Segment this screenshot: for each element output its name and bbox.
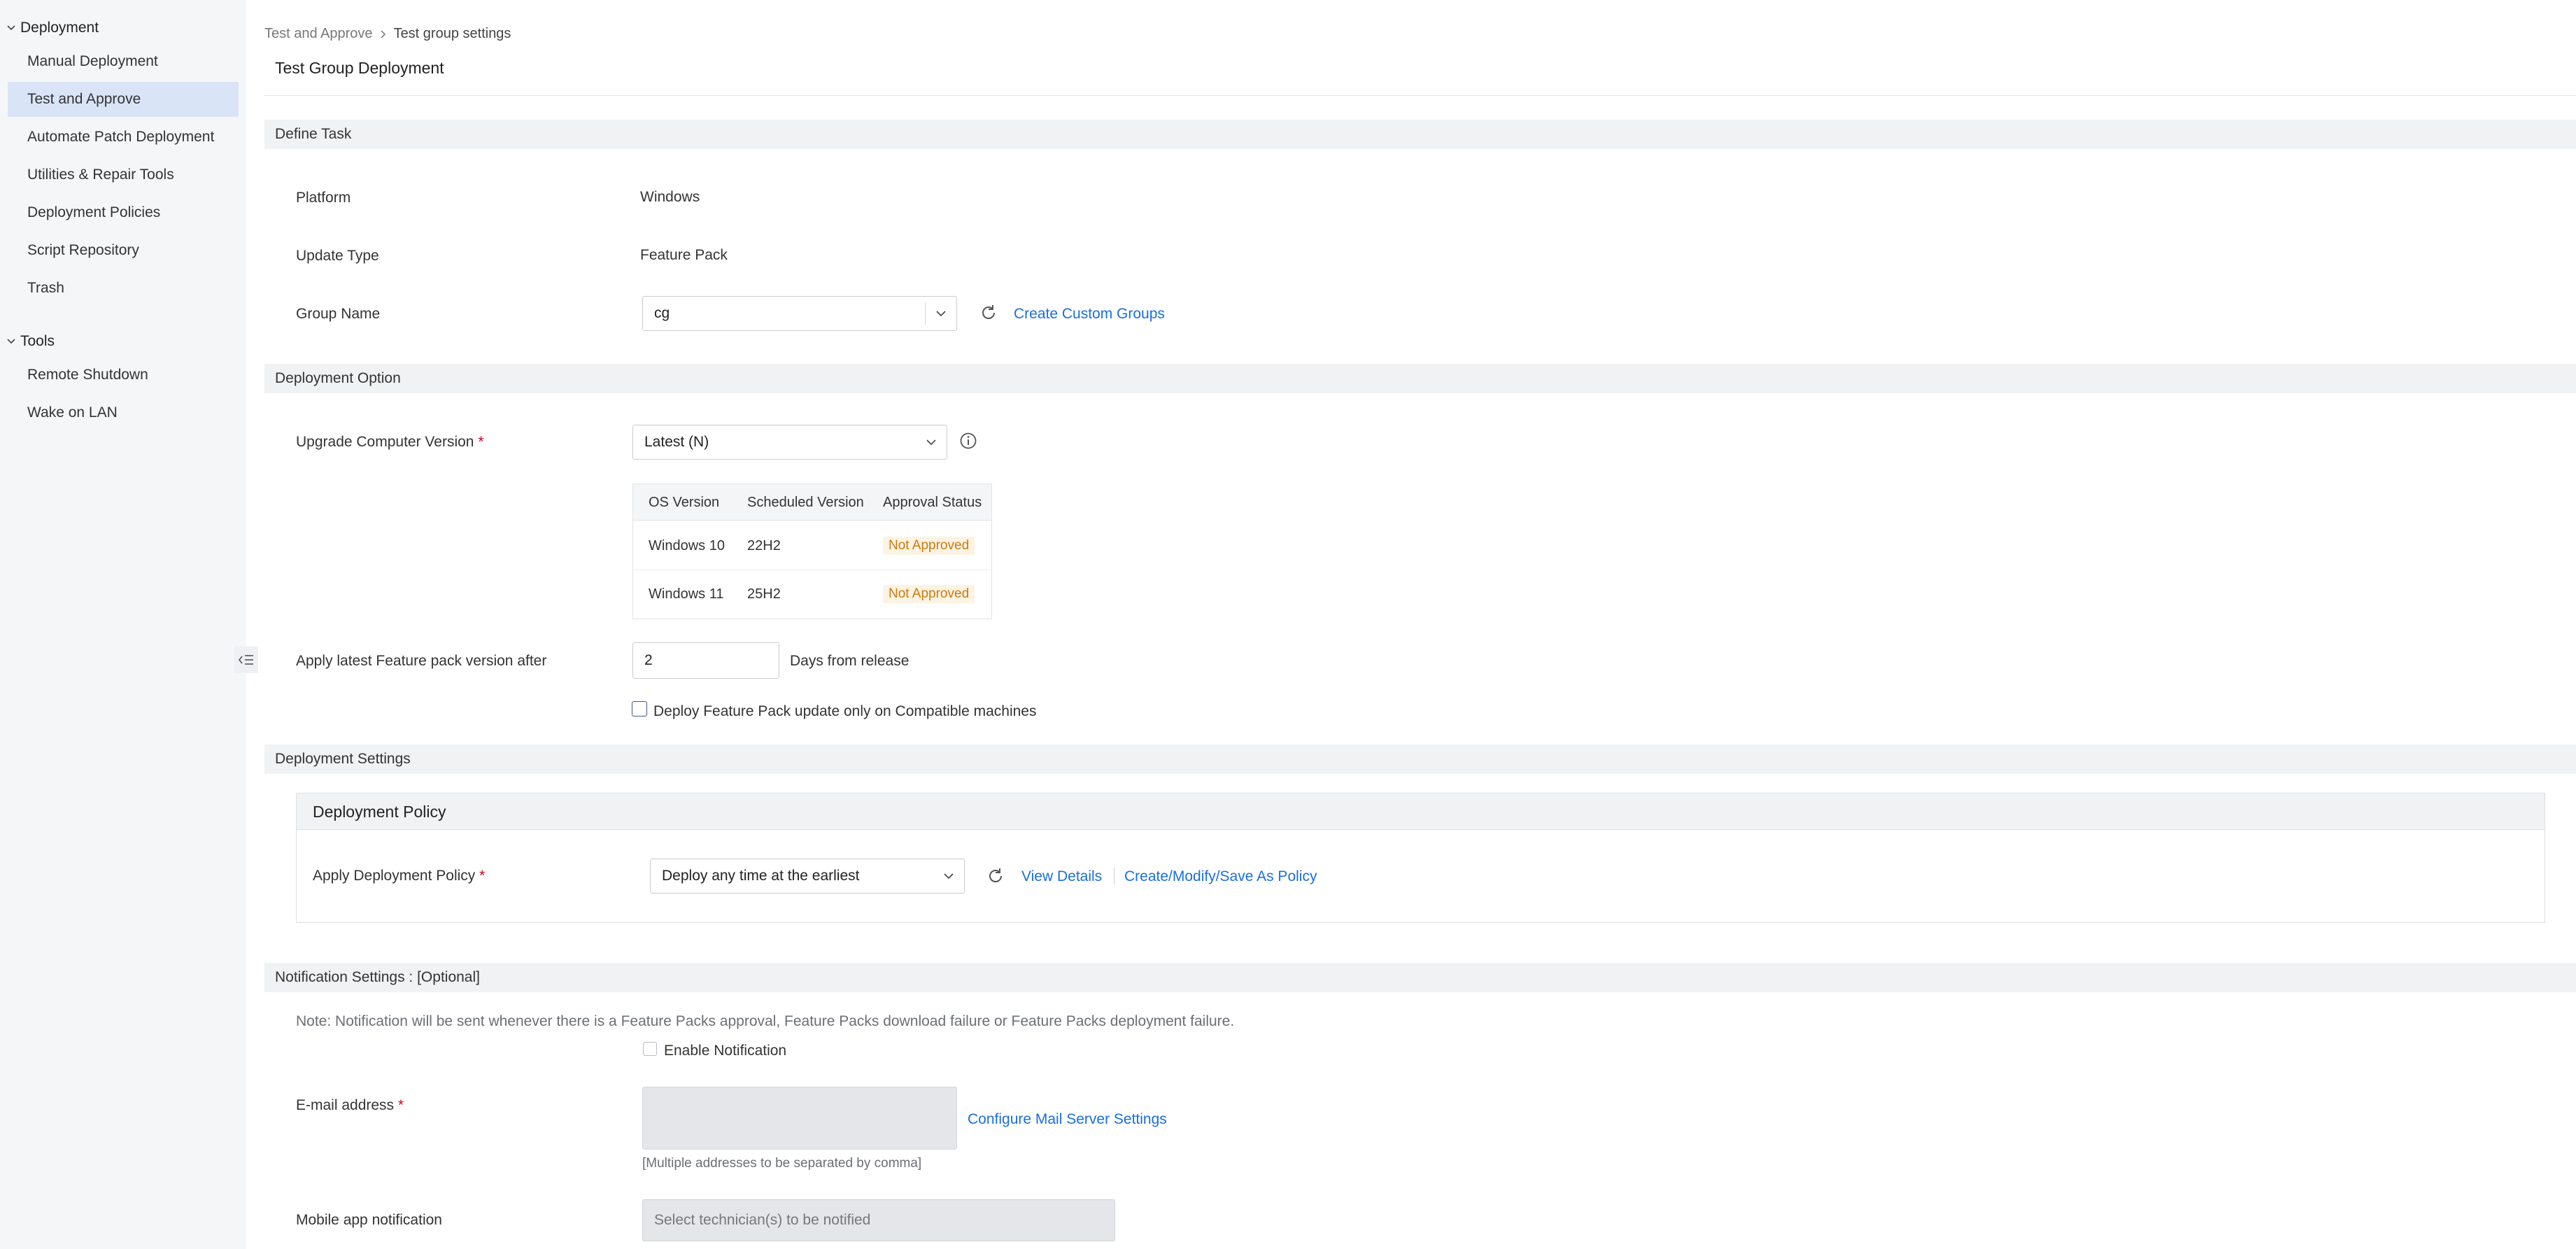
sidebar-item-label: Remote Shutdown (27, 367, 148, 383)
group-name-label: Group Name (296, 306, 381, 322)
breadcrumb-current: Test group settings (393, 26, 511, 41)
sidebar-item-label: Utilities & Repair Tools (27, 167, 174, 183)
sidebar: Deployment Manual Deployment Test and Ap… (0, 0, 246, 1249)
compatible-only-label: Deploy Feature Pack update only on Compa… (653, 703, 1037, 719)
configure-mail-server-link[interactable]: Configure Mail Server Settings (968, 1111, 1167, 1128)
deployment-policy-box: Deployment Policy (296, 793, 2545, 923)
required-asterisk: * (479, 868, 486, 884)
info-icon[interactable] (959, 432, 977, 450)
table-header-scheduled-version: Scheduled Version (747, 495, 864, 510)
sidebar-item-deployment-policies[interactable]: Deployment Policies (8, 195, 239, 230)
status-badge: Not Approved (883, 585, 975, 603)
collapse-menu-icon (238, 653, 255, 667)
deployment-policy-select[interactable]: Deploy any time at the earliest (650, 859, 965, 894)
sidebar-group-tools[interactable]: Tools (6, 333, 55, 350)
title-divider (264, 95, 2576, 96)
deployment-policy-selected-value: Deploy any time at the earliest (662, 868, 860, 884)
upgrade-version-select[interactable]: Latest (N) (632, 425, 947, 460)
sidebar-item-remote-shutdown[interactable]: Remote Shutdown (8, 358, 239, 393)
sidebar-item-wake-on-lan[interactable]: Wake on LAN (8, 395, 239, 430)
enable-notification-label: Enable Notification (664, 1043, 787, 1059)
sidebar-group-deployment[interactable]: Deployment (6, 20, 99, 36)
mobile-technician-placeholder: Select technician(s) to be notified (654, 1212, 871, 1228)
apply-policy-label-text: Apply Deployment Policy (313, 868, 476, 884)
sidebar-group-label: Tools (20, 333, 55, 349)
chevron-down-icon (926, 297, 956, 330)
sidebar-item-label: Wake on LAN (27, 404, 118, 421)
sidebar-item-script-repository[interactable]: Script Repository (8, 233, 239, 268)
email-textarea[interactable] (642, 1087, 957, 1150)
upgrade-version-label: Upgrade Computer Version * (296, 434, 484, 451)
section-deployment-option: Deployment Option (264, 364, 2576, 393)
update-type-value: Feature Pack (640, 247, 728, 263)
apply-policy-label: Apply Deployment Policy * (313, 868, 485, 884)
sidebar-item-label: Script Repository (27, 242, 139, 258)
sidebar-group-label: Deployment (20, 20, 99, 36)
page-title: Test Group Deployment (275, 59, 444, 77)
required-asterisk: * (478, 434, 484, 450)
table-row-os: Windows 10 (649, 538, 725, 553)
required-asterisk: * (397, 1097, 404, 1113)
compatible-only-checkbox[interactable] (632, 701, 647, 717)
notification-note: Note: Notification will be sent whenever… (296, 1013, 1235, 1029)
group-name-selected-value: cg (654, 305, 670, 321)
platform-label: Platform (296, 190, 351, 206)
table-header-os-version: OS Version (649, 495, 720, 510)
platform-value: Windows (640, 189, 700, 205)
group-name-select[interactable]: cg (642, 296, 957, 331)
email-hint: [Multiple addresses to be separated by c… (642, 1156, 922, 1171)
refresh-policy-icon[interactable] (986, 866, 1005, 886)
create-custom-groups-link[interactable]: Create Custom Groups (1014, 306, 1165, 323)
sidebar-item-test-and-approve[interactable]: Test and Approve (8, 82, 239, 117)
mobile-notification-label: Mobile app notification (296, 1212, 442, 1228)
sidebar-item-automate-patch-deployment[interactable]: Automate Patch Deployment (8, 120, 239, 155)
sidebar-item-trash[interactable]: Trash (8, 271, 239, 306)
mobile-technician-select[interactable]: Select technician(s) to be notified (642, 1199, 1115, 1241)
breadcrumb-parent-link[interactable]: Test and Approve (264, 26, 373, 42)
sidebar-item-manual-deployment[interactable]: Manual Deployment (8, 44, 239, 79)
section-notification-settings: Notification Settings : [Optional] (264, 963, 2576, 992)
breadcrumb: Test and Approve Test group settings (264, 26, 511, 42)
status-badge: Not Approved (883, 537, 975, 555)
chevron-down-icon (933, 859, 964, 893)
create-modify-policy-link[interactable]: Create/Modify/Save As Policy (1124, 868, 1317, 885)
sidebar-item-label: Trash (27, 280, 64, 296)
table-row-version: 22H2 (747, 538, 781, 553)
days-from-release-label: Days from release (790, 653, 910, 669)
chevron-down-icon (916, 425, 947, 459)
email-label-text: E-mail address (296, 1097, 395, 1113)
deployment-policy-title: Deployment Policy (297, 793, 2545, 830)
table-row-version: 25H2 (747, 586, 781, 602)
section-define-task: Define Task (264, 120, 2576, 149)
sidebar-item-label: Manual Deployment (27, 53, 158, 69)
upgrade-version-selected-value: Latest (N) (644, 434, 709, 450)
sidebar-item-label: Deployment Policies (27, 204, 161, 220)
view-details-link[interactable]: View Details (1021, 868, 1102, 885)
enable-notification-checkbox[interactable] (643, 1042, 657, 1056)
apply-after-label: Apply latest Feature pack version after (296, 653, 547, 669)
upgrade-version-label-text: Upgrade Computer Version (296, 434, 474, 450)
chevron-down-icon (6, 23, 16, 33)
email-label: E-mail address * (296, 1097, 404, 1114)
chevron-right-icon (380, 29, 387, 39)
days-after-value: 2 (644, 652, 653, 668)
section-deployment-settings: Deployment Settings (264, 745, 2576, 774)
sidebar-item-label: Test and Approve (27, 91, 141, 107)
collapse-sidebar-button[interactable] (234, 647, 258, 673)
table-header-approval-status: Approval Status (883, 495, 982, 510)
refresh-groups-icon[interactable] (979, 303, 998, 323)
sidebar-item-label: Automate Patch Deployment (27, 129, 215, 145)
chevron-down-icon (6, 337, 16, 346)
update-type-label: Update Type (296, 248, 379, 264)
version-table: OS Version Scheduled Version Approval St… (632, 484, 992, 619)
sidebar-item-utilities-repair-tools[interactable]: Utilities & Repair Tools (8, 157, 239, 192)
table-row-os: Windows 11 (649, 586, 724, 602)
days-after-input[interactable]: 2 (632, 642, 779, 679)
